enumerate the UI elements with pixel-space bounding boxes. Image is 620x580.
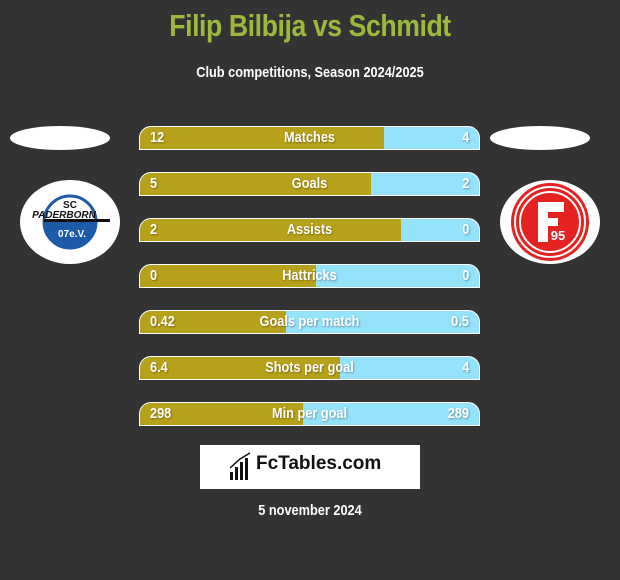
right-value: 0 — [461, 221, 469, 238]
svg-text:07e.V.: 07e.V. — [58, 229, 86, 240]
stat-row-assists: Assists 2 0 — [139, 218, 480, 242]
fctables-brand[interactable]: FcTables.com — [200, 445, 420, 489]
stat-row-min-per-goal: Min per goal 298 289 — [139, 402, 480, 426]
stat-row-goals-per-match: Goals per match 0.42 0.5 — [139, 310, 480, 334]
stat-label: Hattricks — [282, 267, 337, 284]
stat-label: Shots per goal — [265, 359, 354, 376]
stat-label: Goals per match — [259, 313, 360, 330]
left-team-logo: SC PADERBORN 07e.V. — [20, 180, 120, 264]
right-value: 4 — [461, 129, 469, 146]
stat-row-goals: Goals 5 2 — [139, 172, 480, 196]
left-player-placeholder — [10, 126, 110, 150]
stat-row-shots-per-goal: Shots per goal 6.4 4 — [139, 356, 480, 380]
page-subtitle: Club competitions, Season 2024/2025 — [196, 64, 424, 81]
right-value: 2 — [461, 175, 469, 192]
left-value: 298 — [150, 405, 172, 422]
fortuna-crest-icon: 95 — [511, 183, 589, 261]
left-value: 0.42 — [150, 313, 175, 330]
svg-text:PADERBORN: PADERBORN — [32, 210, 96, 221]
stat-label: Assists — [286, 221, 333, 238]
left-value: 0 — [150, 267, 158, 284]
right-value: 0 — [461, 267, 469, 284]
left-value: 5 — [150, 175, 158, 192]
right-player-placeholder — [490, 126, 590, 150]
stat-label: Min per goal — [271, 405, 348, 422]
stat-row-matches: Matches 12 4 — [139, 126, 480, 150]
left-value: 12 — [150, 129, 165, 146]
brand-name: FcTables.com — [256, 453, 382, 474]
stat-label: Goals — [291, 175, 328, 192]
right-value: 289 — [447, 405, 469, 422]
right-value: 4 — [461, 359, 469, 376]
stat-row-hattricks: Hattricks 0 0 — [139, 264, 480, 288]
page-title: Filip Bilbija vs Schmidt — [169, 8, 451, 43]
right-team-logo: 95 — [500, 180, 600, 264]
stat-label: Matches — [283, 129, 336, 146]
right-value: 0.5 — [451, 313, 469, 330]
date-label: 5 november 2024 — [258, 502, 362, 519]
left-value: 6.4 — [150, 359, 168, 376]
left-value: 2 — [150, 221, 158, 238]
bar-chart-icon — [230, 452, 251, 480]
svg-text:95: 95 — [551, 228, 565, 243]
paderborn-crest-icon: SC PADERBORN 07e.V. — [32, 194, 110, 250]
